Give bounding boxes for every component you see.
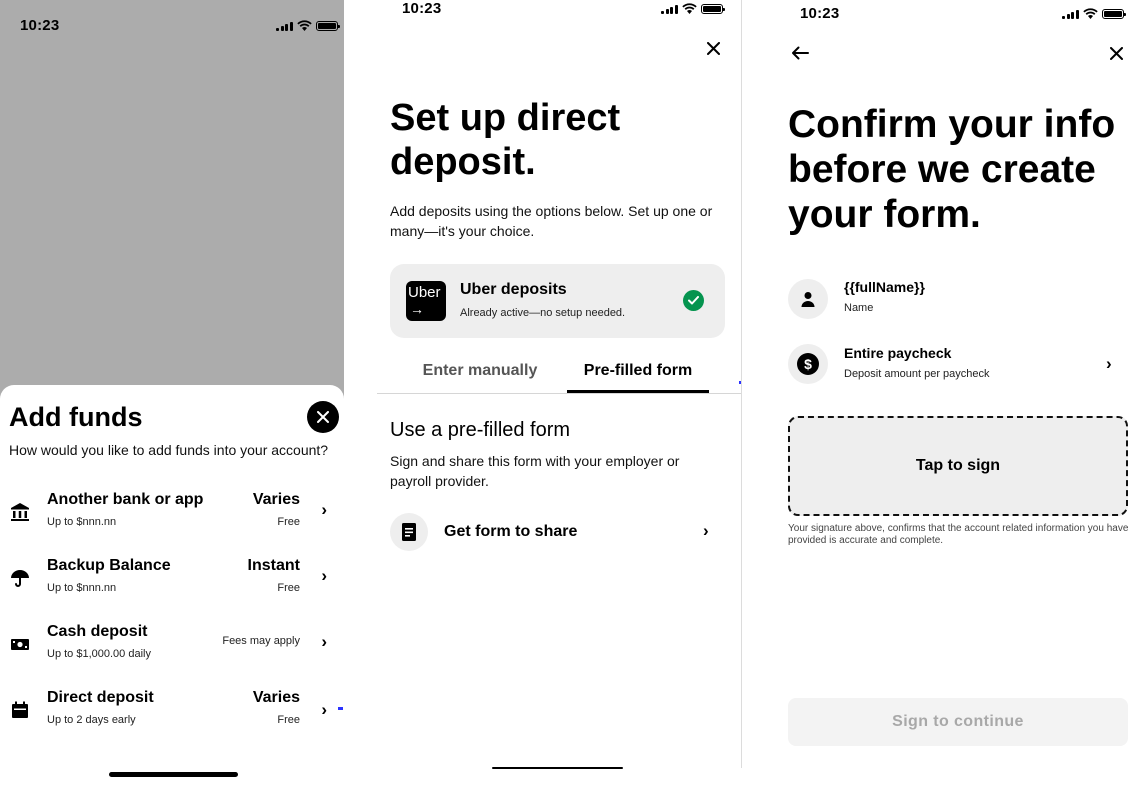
fund-option-subtitle: Up to $nnn.nn [47,582,117,594]
bank-icon [9,501,31,523]
fund-option-subtitle: Up to $1,000.00 daily [47,648,151,660]
tab-divider [377,393,741,394]
wifi-icon [1082,8,1098,19]
battery-icon [1101,8,1126,19]
fund-option-subtitle: Up to 2 days early [47,714,136,726]
fund-option-cash-deposit[interactable]: Cash deposit Up to $1,000.00 daily Fees … [0,615,344,671]
signature-pad[interactable]: Tap to sign [788,416,1128,516]
overlay-scrim[interactable] [0,0,344,400]
fund-option-direct-deposit[interactable]: Direct deposit Up to 2 days early Varies… [0,681,344,737]
sign-to-continue-button[interactable]: Sign to continue [788,698,1128,746]
battery-icon [315,20,340,31]
add-funds-sheet: Add funds How would you like to add fund… [0,385,344,786]
person-icon [788,279,828,319]
info-row-subtitle: Deposit amount per paycheck [844,368,990,380]
fund-option-fee: Free [277,714,300,726]
sheet-title: Add funds [9,402,143,432]
fund-option-speed: Instant [247,557,300,574]
svg-text:$: $ [804,356,812,372]
get-form-to-share-button[interactable]: Get form to share › [377,508,741,556]
status-bar: 10:23 [377,0,741,26]
uber-logo-text: Uber [408,284,441,301]
document-icon [390,513,428,551]
cash-icon [9,633,31,655]
page-description: Add deposits using the options below. Se… [390,203,713,239]
signal-icon [661,4,678,14]
uber-deposits-title: Uber deposits [460,281,567,298]
close-icon [317,411,329,423]
fund-option-bank[interactable]: Another bank or app Up to $nnn.nn Varies… [0,483,344,539]
status-time: 10:23 [402,0,442,17]
chevron-right-icon: › [321,500,327,519]
tab-pre-filled-form[interactable]: Pre-filled form [567,362,709,380]
section-title: Use a pre-filled form [390,419,571,441]
get-form-label: Get form to share [444,523,578,540]
close-icon [1109,46,1123,60]
calendar-icon [9,699,31,721]
close-button[interactable] [1106,43,1126,63]
back-button[interactable] [790,43,810,63]
section-description: Sign and share this form with your emplo… [390,453,680,489]
status-time: 10:23 [20,17,60,34]
status-bar: 10:23 [770,0,1138,26]
signature-disclaimer: Your signature above, confirms that the … [788,523,1129,546]
confirm-info-screen: 10:23 Confirm your info before we create… [770,0,1138,786]
tap-to-sign-label: Tap to sign [915,457,1001,474]
signal-icon [276,21,293,31]
chevron-right-icon: › [321,632,327,651]
info-row-deposit-amount[interactable]: $ Entire paycheck Deposit amount per pay… [770,344,1138,394]
battery-icon [700,3,725,14]
chevron-right-icon: › [1106,354,1112,373]
uber-deposits-card: Uber → Uber deposits Already active—no se… [390,264,725,338]
fund-option-fee: Free [277,582,300,594]
fund-option-title: Another bank or app [47,491,204,508]
status-bar: 10:23 [0,0,344,34]
umbrella-icon [9,567,31,589]
screen-divider [741,0,742,768]
home-indicator[interactable] [492,767,623,769]
system-icons [276,20,340,31]
fund-option-subtitle: Up to $nnn.nn [47,516,117,528]
close-button[interactable] [703,38,723,58]
system-icons [1062,8,1126,19]
page-title: Confirm your info before we create your … [788,103,1116,236]
close-icon [706,41,720,55]
home-indicator[interactable] [109,772,238,777]
fund-option-speed: Varies [252,689,300,706]
direct-deposit-screen: 10:23 Set up direct deposit. Add deposit… [377,0,741,786]
chevron-right-icon: › [321,566,327,585]
close-button[interactable] [307,401,339,433]
add-funds-screen: 10:23 Add funds How would you like to ad… [0,0,344,786]
page-title: Set up direct deposit. [390,97,621,183]
uber-logo: Uber → [406,281,446,321]
uber-deposits-subtitle: Already active—no setup needed. [460,307,626,319]
fund-option-title: Cash deposit [47,623,148,640]
chevron-right-icon: › [321,700,327,719]
check-circle-icon [683,290,704,311]
info-row-title: {{fullName}} [844,279,925,295]
fund-option-backup-balance[interactable]: Backup Balance Up to $nnn.nn Instant Fre… [0,549,344,605]
wifi-icon [681,3,697,14]
signal-icon [1062,9,1079,19]
info-row-name: {{fullName}} Name [770,279,1138,329]
fund-option-title: Direct deposit [47,689,154,706]
fund-option-speed: Varies [252,491,300,508]
sheet-subtitle: How would you like to add funds into you… [9,442,329,458]
system-icons [661,3,725,14]
chevron-right-icon: › [703,521,709,540]
fund-option-title: Backup Balance [47,557,171,574]
info-row-title: Entire paycheck [844,345,952,361]
info-row-subtitle: Name [844,302,874,314]
tab-enter-manually[interactable]: Enter manually [405,362,555,380]
selection-marker [338,707,343,710]
fund-option-fee-note: Fees may apply [222,635,300,647]
dollar-circle-icon: $ [788,344,828,384]
arrow-right-icon: → [410,301,424,317]
arrow-left-icon [792,46,809,60]
wifi-icon [296,20,312,31]
status-time: 10:23 [800,5,840,22]
fund-option-fee: Free [277,516,300,528]
